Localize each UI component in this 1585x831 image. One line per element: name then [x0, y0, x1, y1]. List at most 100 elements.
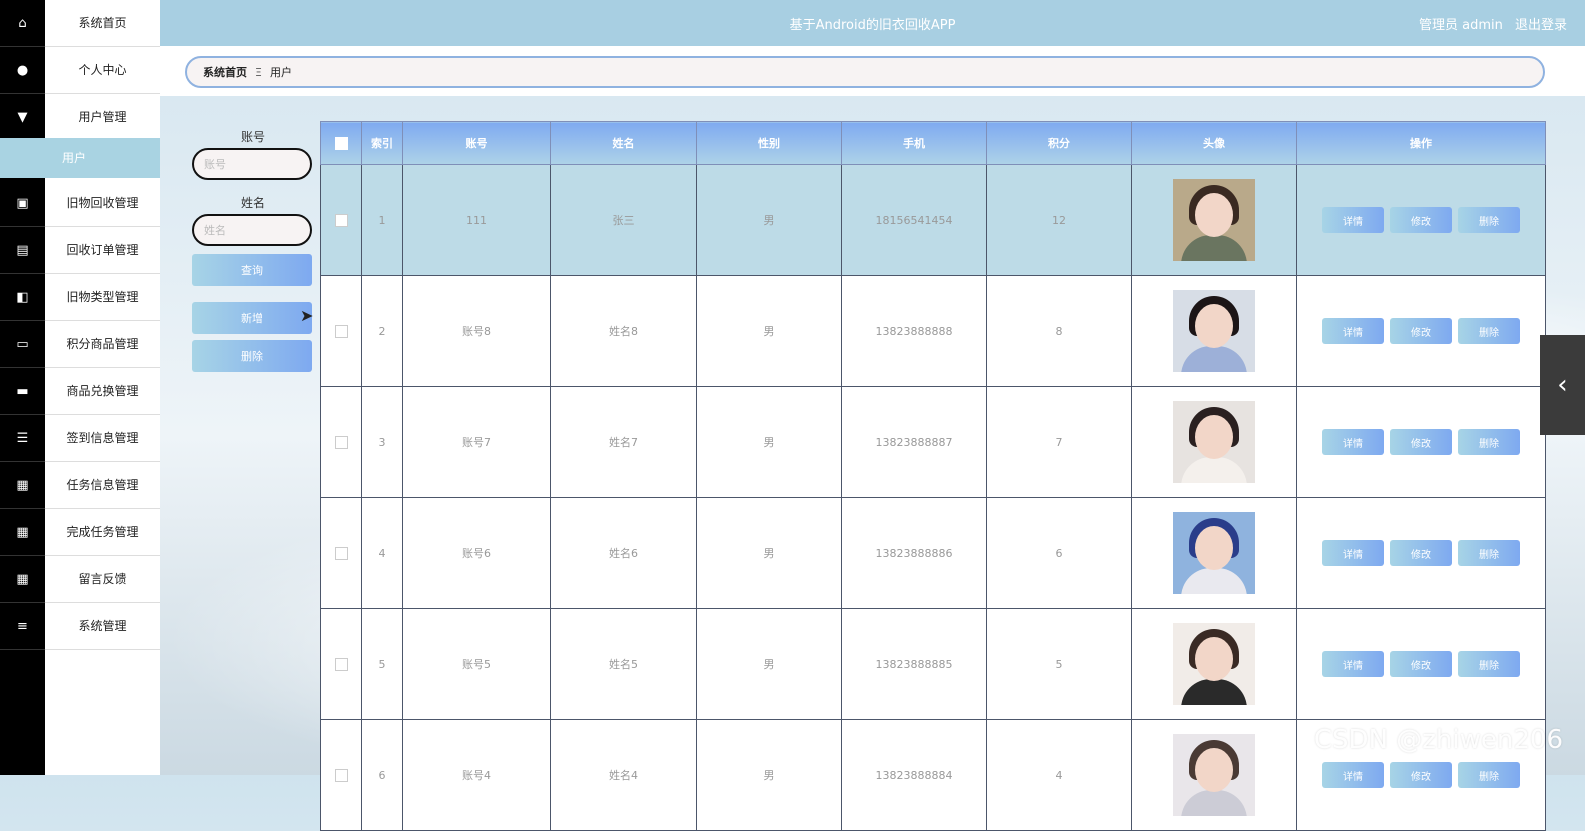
grid-icon: ▦ [0, 462, 45, 509]
row-checkbox[interactable] [334, 546, 348, 560]
select-all-checkbox[interactable] [334, 136, 348, 150]
row-select-cell[interactable] [320, 497, 362, 609]
detail-button[interactable]: 详情 [1322, 540, 1384, 566]
delete-button[interactable]: 删除 [1458, 762, 1520, 788]
breadcrumb-home[interactable]: 系统首页 [203, 64, 247, 80]
wallet-icon: ◧ [0, 274, 45, 321]
cell-avatar [1131, 164, 1297, 276]
sidebar-item-10[interactable]: ▦ 完成任务管理 [0, 509, 160, 556]
name-search-input[interactable] [192, 214, 312, 246]
delete-button[interactable]: 删除 [1458, 651, 1520, 677]
detail-button[interactable]: 详情 [1322, 318, 1384, 344]
batch-delete-button[interactable]: 删除 [192, 340, 312, 372]
cell-account: 账号6 [402, 497, 551, 609]
row-checkbox[interactable] [334, 768, 348, 782]
sidebar-item-9[interactable]: ▦ 任务信息管理 [0, 462, 160, 509]
account-search-input[interactable] [192, 148, 312, 180]
grid-icon: ▦ [0, 556, 45, 603]
edit-button[interactable]: 修改 [1390, 429, 1452, 455]
cell-points: 6 [986, 497, 1132, 609]
row-select-cell[interactable] [320, 164, 362, 276]
user-icon: ● [0, 47, 45, 94]
grid-icon: ▦ [0, 509, 45, 556]
sidebar-subitem-users[interactable]: 用户 [0, 138, 160, 178]
cell-points: 5 [986, 608, 1132, 720]
edit-button[interactable]: 修改 [1390, 207, 1452, 233]
delete-button[interactable]: 删除 [1458, 318, 1520, 344]
sidebar-item-7[interactable]: ▬ 商品兑换管理 [0, 368, 160, 415]
col-header-actions: 操作 [1296, 121, 1546, 165]
col-header-gender: 性别 [696, 121, 842, 165]
avatar-face [1195, 304, 1233, 348]
cell-gender: 男 [696, 275, 842, 387]
edit-button[interactable]: 修改 [1390, 651, 1452, 677]
sidebar-item-3[interactable]: ▣ 旧物回收管理 [0, 180, 160, 227]
row-select-cell[interactable] [320, 275, 362, 387]
cell-phone: 13823888886 [841, 497, 987, 609]
cell-index: 2 [361, 275, 403, 387]
collapse-handle-chevron-left-icon[interactable]: ‹ [1540, 335, 1585, 435]
row-select-cell[interactable] [320, 608, 362, 720]
cell-index: 3 [361, 386, 403, 498]
table-row[interactable]: 2 账号8 姓名8 男 13823888888 8 详情 修改 删除 [320, 275, 1546, 387]
logout-link[interactable]: 退出登录 [1515, 18, 1567, 33]
cell-name: 张三 [550, 164, 697, 276]
sidebar-item-8[interactable]: ☰ 签到信息管理 [0, 415, 160, 462]
cell-gender: 男 [696, 719, 842, 831]
edit-button[interactable]: 修改 [1390, 318, 1452, 344]
sidebar-item-0[interactable]: ⌂ 系统首页 [0, 0, 160, 47]
col-header-index: 索引 [361, 121, 403, 165]
avatar-body [1181, 568, 1247, 594]
cell-account: 账号8 [402, 275, 551, 387]
cell-name: 姓名6 [550, 497, 697, 609]
select-all-cell[interactable] [320, 121, 362, 165]
table-row[interactable]: 5 账号5 姓名5 男 13823888885 5 详情 修改 删除 [320, 608, 1546, 720]
edit-button[interactable]: 修改 [1390, 540, 1452, 566]
message-icon: ▤ [0, 227, 45, 274]
query-button[interactable]: 查询 [192, 254, 312, 286]
sidebar-item-1[interactable]: ● 个人中心 [0, 47, 160, 94]
sidebar-item-5[interactable]: ◧ 旧物类型管理 [0, 274, 160, 321]
row-checkbox[interactable] [334, 435, 348, 449]
cell-avatar [1131, 275, 1297, 387]
edit-button[interactable]: 修改 [1390, 762, 1452, 788]
sidebar-item-12[interactable]: ≡ 系统管理 [0, 603, 160, 650]
admin-label: 管理员 admin [1418, 18, 1503, 33]
cell-points: 12 [986, 164, 1132, 276]
cell-gender: 男 [696, 164, 842, 276]
avatar-face [1195, 748, 1233, 792]
add-button[interactable]: 新增 [192, 302, 312, 334]
sidebar-item-4[interactable]: ▤ 回收订单管理 [0, 227, 160, 274]
avatar-face [1195, 526, 1233, 570]
avatar-face [1195, 637, 1233, 681]
sidebar-item-label: 签到信息管理 [45, 415, 160, 462]
sidebar-item-11[interactable]: ▦ 留言反馈 [0, 556, 160, 603]
watermark: CSDN @zhiwen206 [1313, 725, 1563, 755]
row-select-cell[interactable] [320, 386, 362, 498]
detail-button[interactable]: 详情 [1322, 762, 1384, 788]
col-header-avatar: 头像 [1131, 121, 1297, 165]
row-checkbox[interactable] [334, 657, 348, 671]
table-row[interactable]: 3 账号7 姓名7 男 13823888887 7 详情 修改 删除 [320, 386, 1546, 498]
cell-phone: 13823888888 [841, 275, 987, 387]
table-row[interactable]: 4 账号6 姓名6 男 13823888886 6 详情 修改 删除 [320, 497, 1546, 609]
delete-button[interactable]: 删除 [1458, 207, 1520, 233]
breadcrumb-current: 用户 [269, 66, 292, 79]
monitor-icon: ▭ [0, 321, 45, 368]
detail-button[interactable]: 详情 [1322, 429, 1384, 455]
sidebar-item-6[interactable]: ▭ 积分商品管理 [0, 321, 160, 368]
table-header-row: 索引 账号 姓名 性别 手机 积分 头像 操作 [320, 121, 1546, 165]
detail-button[interactable]: 详情 [1322, 651, 1384, 677]
sliders-icon: ☰ [0, 415, 45, 462]
row-checkbox[interactable] [334, 324, 348, 338]
delete-button[interactable]: 删除 [1458, 540, 1520, 566]
table-row[interactable]: 1 111 张三男 18156541454 12 详情 修改 删除 [320, 164, 1546, 276]
avatar-body [1181, 346, 1247, 372]
detail-button[interactable]: 详情 [1322, 207, 1384, 233]
printer-icon: ▬ [0, 368, 45, 415]
row-checkbox[interactable] [334, 213, 348, 227]
sidebar-item-2[interactable]: ▼ 用户管理 [0, 94, 160, 141]
row-select-cell[interactable] [320, 719, 362, 831]
cell-avatar [1131, 608, 1297, 720]
delete-button[interactable]: 删除 [1458, 429, 1520, 455]
